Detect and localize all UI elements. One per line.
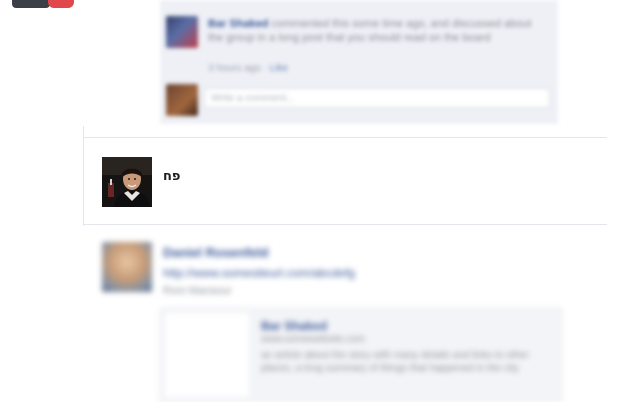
- attachment-source: www.somewebsite.com: [261, 334, 365, 345]
- notification-badge: [48, 0, 74, 8]
- comment-time: 3 hours ago: [208, 63, 261, 74]
- header-remnant: [0, 0, 78, 10]
- comment-like-link[interactable]: Like: [270, 63, 288, 74]
- story-subtitle: Roni Mansour: [163, 285, 232, 297]
- attachment-description: an article about the story with many det…: [261, 350, 529, 374]
- story-author-name[interactable]: Daniel Rosenfeld: [163, 245, 268, 260]
- comment-meta: 3 hours ago · Like: [208, 63, 289, 74]
- comment-text: Bar Shaked commented this some time ago,…: [208, 17, 538, 45]
- header-dark-bar: [12, 0, 50, 8]
- row-divider-top: [84, 137, 607, 138]
- row-divider-bottom: [84, 224, 607, 225]
- commenter-name[interactable]: Bar Shaked: [208, 18, 269, 30]
- shared-by-row: פח: [83, 126, 607, 226]
- story-author-avatar[interactable]: [102, 242, 152, 292]
- reply-avatar: [166, 84, 198, 116]
- commenter-avatar[interactable]: [166, 16, 198, 48]
- story-link[interactable]: http://www.somesiteurl.com/abcdefg: [163, 266, 355, 280]
- reply-input[interactable]: Write a comment...: [204, 88, 550, 108]
- comment-panel: Bar Shaked commented this some time ago,…: [160, 0, 558, 123]
- attachment-thumbnail[interactable]: [165, 313, 249, 397]
- person-avatar[interactable]: [102, 157, 152, 207]
- person-name[interactable]: פח: [163, 169, 180, 184]
- attachment-title[interactable]: Bar Shaked: [261, 319, 327, 333]
- story-attachment[interactable]: Bar Shaked www.somewebsite.com an articl…: [160, 308, 562, 402]
